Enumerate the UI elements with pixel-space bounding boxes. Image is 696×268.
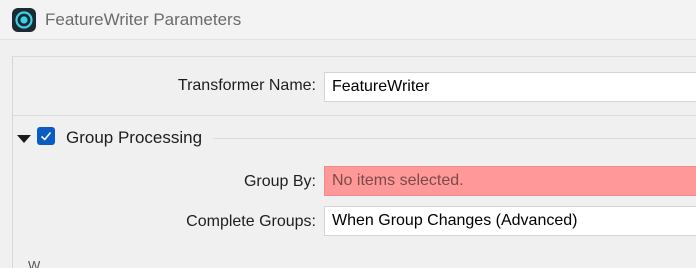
transformer-name-label: Transformer Name:: [177, 77, 316, 94]
parameters-pane: Transformer Name: FeatureWriter Group Pr…: [0, 40, 696, 268]
app-icon: [12, 8, 36, 32]
title-bar: FeatureWriter Parameters: [0, 0, 696, 40]
complete-groups-select[interactable]: When Group Changes (Advanced): [324, 206, 696, 236]
group-processing-label: Group Processing: [66, 128, 203, 147]
dialog-window: FeatureWriter Parameters Transformer Nam…: [0, 0, 696, 268]
checkmark-icon: [40, 131, 52, 141]
next-section-label-cutoff: W: [28, 261, 68, 268]
expand-triangle-icon[interactable]: [17, 132, 31, 150]
window-title: FeatureWriter Parameters: [45, 10, 242, 29]
group-separator-line: [213, 138, 696, 139]
complete-groups-label: Complete Groups:: [186, 213, 316, 230]
group-by-field[interactable]: No items selected.: [324, 166, 696, 196]
group-by-label: Group By:: [243, 173, 316, 190]
transformer-name-input[interactable]: FeatureWriter: [324, 72, 696, 102]
group-processing-checkbox[interactable]: [37, 127, 55, 145]
group-processing-header: Group Processing: [17, 126, 696, 152]
